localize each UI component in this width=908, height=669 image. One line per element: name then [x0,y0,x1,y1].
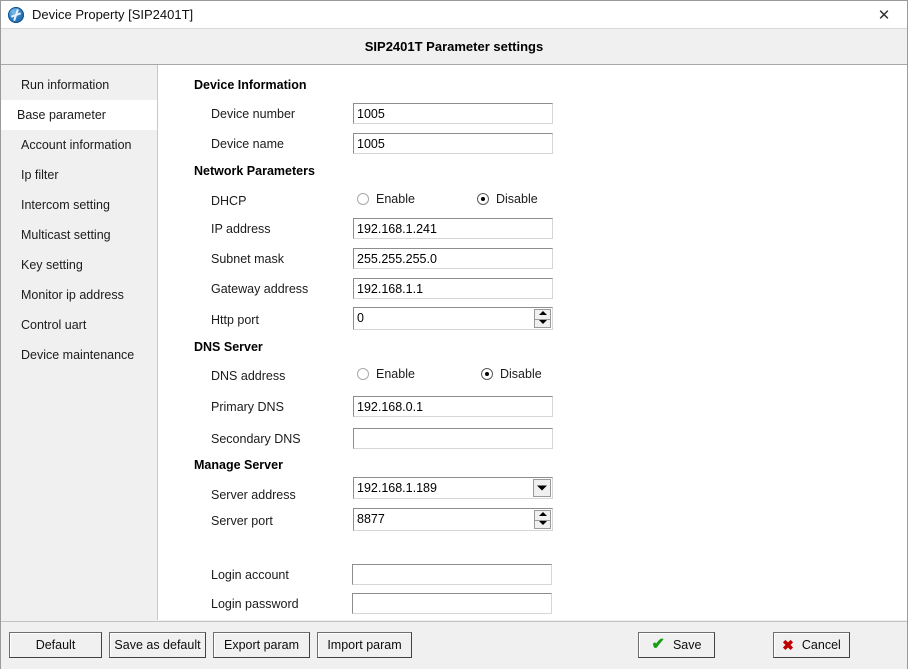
dns-enable-radio[interactable]: Enable [357,367,415,381]
radio-circle-icon [357,368,369,380]
ip-address-input[interactable] [353,218,553,239]
login-password-input[interactable] [352,593,552,614]
sidebar-item-base-parameter[interactable]: Base parameter [1,100,157,130]
cancel-button-label: Cancel [801,638,841,652]
server-address-value: 192.168.1.189 [357,481,437,495]
sidebar-item-multicast-setting[interactable]: Multicast setting [1,220,157,250]
dns-disable-label: Disable [500,367,542,381]
label-device-name: Device name [211,137,284,151]
section-dns-server: DNS Server [194,340,263,354]
label-server-address: Server address [211,488,296,502]
dhcp-disable-label: Disable [496,192,538,206]
server-port-spin-buttons [534,510,551,529]
footer-toolbar: Default Save as default Export param Imp… [1,621,907,669]
label-login-account: Login account [211,568,289,582]
label-dns-address: DNS address [211,369,286,383]
label-gateway-address: Gateway address [211,282,309,296]
radio-circle-selected-icon [477,193,489,205]
label-subnet-mask: Subnet mask [211,252,284,266]
header-band: SIP2401T Parameter settings [1,29,907,65]
sidebar-item-monitor-ip-address[interactable]: Monitor ip address [1,280,157,310]
spin-up-icon[interactable] [534,510,551,520]
export-param-button[interactable]: Export param [213,632,310,658]
http-port-value: 0 [357,311,364,325]
sidebar-item-ip-filter[interactable]: Ip filter [1,160,157,190]
cancel-button[interactable]: ✖ Cancel [773,632,850,658]
gateway-address-input[interactable] [353,278,553,299]
dhcp-enable-label: Enable [376,192,415,206]
primary-dns-input[interactable] [353,396,553,417]
secondary-dns-input[interactable] [353,428,553,449]
sidebar-item-device-maintenance[interactable]: Device maintenance [1,340,157,370]
radio-circle-icon [357,193,369,205]
sidebar-item-key-setting[interactable]: Key setting [1,250,157,280]
sidebar-item-intercom-setting[interactable]: Intercom setting [1,190,157,220]
dns-disable-radio[interactable]: Disable [481,367,542,381]
section-network-parameters: Network Parameters [194,164,315,178]
subnet-mask-input[interactable] [353,248,553,269]
cross-icon: ✖ [782,637,794,653]
server-port-value: 8877 [357,512,385,526]
check-icon: ✔ [651,636,665,653]
sidebar-item-run-information[interactable]: Run information [1,70,157,100]
login-account-input[interactable] [352,564,552,585]
import-param-button[interactable]: Import param [317,632,412,658]
save-button-label: Save [672,638,702,652]
label-server-port: Server port [211,514,273,528]
section-manage-server: Manage Server [194,458,283,472]
device-number-input[interactable] [353,103,553,124]
section-device-information: Device Information [194,78,307,92]
close-icon[interactable]: ✕ [861,1,907,28]
settings-form: Device Information Device number Device … [159,65,907,620]
default-button[interactable]: Default [9,632,102,658]
sidebar-item-control-uart[interactable]: Control uart [1,310,157,340]
http-port-spin-buttons [534,309,551,328]
spin-down-icon[interactable] [534,318,551,328]
device-property-window: Device Property [SIP2401T] ✕ SIP2401T Pa… [0,0,908,669]
dialog-body: Run information Base parameter Account i… [1,65,907,620]
save-as-default-button[interactable]: Save as default [109,632,206,658]
dhcp-enable-radio[interactable]: Enable [357,192,415,206]
sidebar-nav: Run information Base parameter Account i… [1,65,158,620]
spin-down-icon[interactable] [534,519,551,529]
device-name-input[interactable] [353,133,553,154]
label-secondary-dns: Secondary DNS [211,432,301,446]
server-port-stepper[interactable]: 8877 [353,508,553,531]
label-dhcp: DHCP [211,194,247,208]
label-ip-address: IP address [211,222,271,236]
save-button[interactable]: ✔ Save [638,632,715,658]
label-http-port: Http port [211,313,259,327]
globe-icon [8,6,24,23]
spin-up-icon[interactable] [534,309,551,319]
label-device-number: Device number [211,107,296,121]
page-title: SIP2401T Parameter settings [364,39,544,54]
radio-circle-selected-icon [481,368,493,380]
sidebar-item-account-information[interactable]: Account information [1,130,157,160]
dns-enable-label: Enable [376,367,415,381]
dhcp-disable-radio[interactable]: Disable [477,192,538,206]
label-login-password: Login password [211,597,299,611]
http-port-stepper[interactable]: 0 [353,307,553,330]
title-bar: Device Property [SIP2401T] ✕ [1,1,907,29]
chevron-down-icon[interactable] [533,479,551,497]
window-title: Device Property [SIP2401T] [32,7,194,22]
label-primary-dns: Primary DNS [211,400,284,414]
server-address-dropdown[interactable]: 192.168.1.189 [353,477,553,499]
